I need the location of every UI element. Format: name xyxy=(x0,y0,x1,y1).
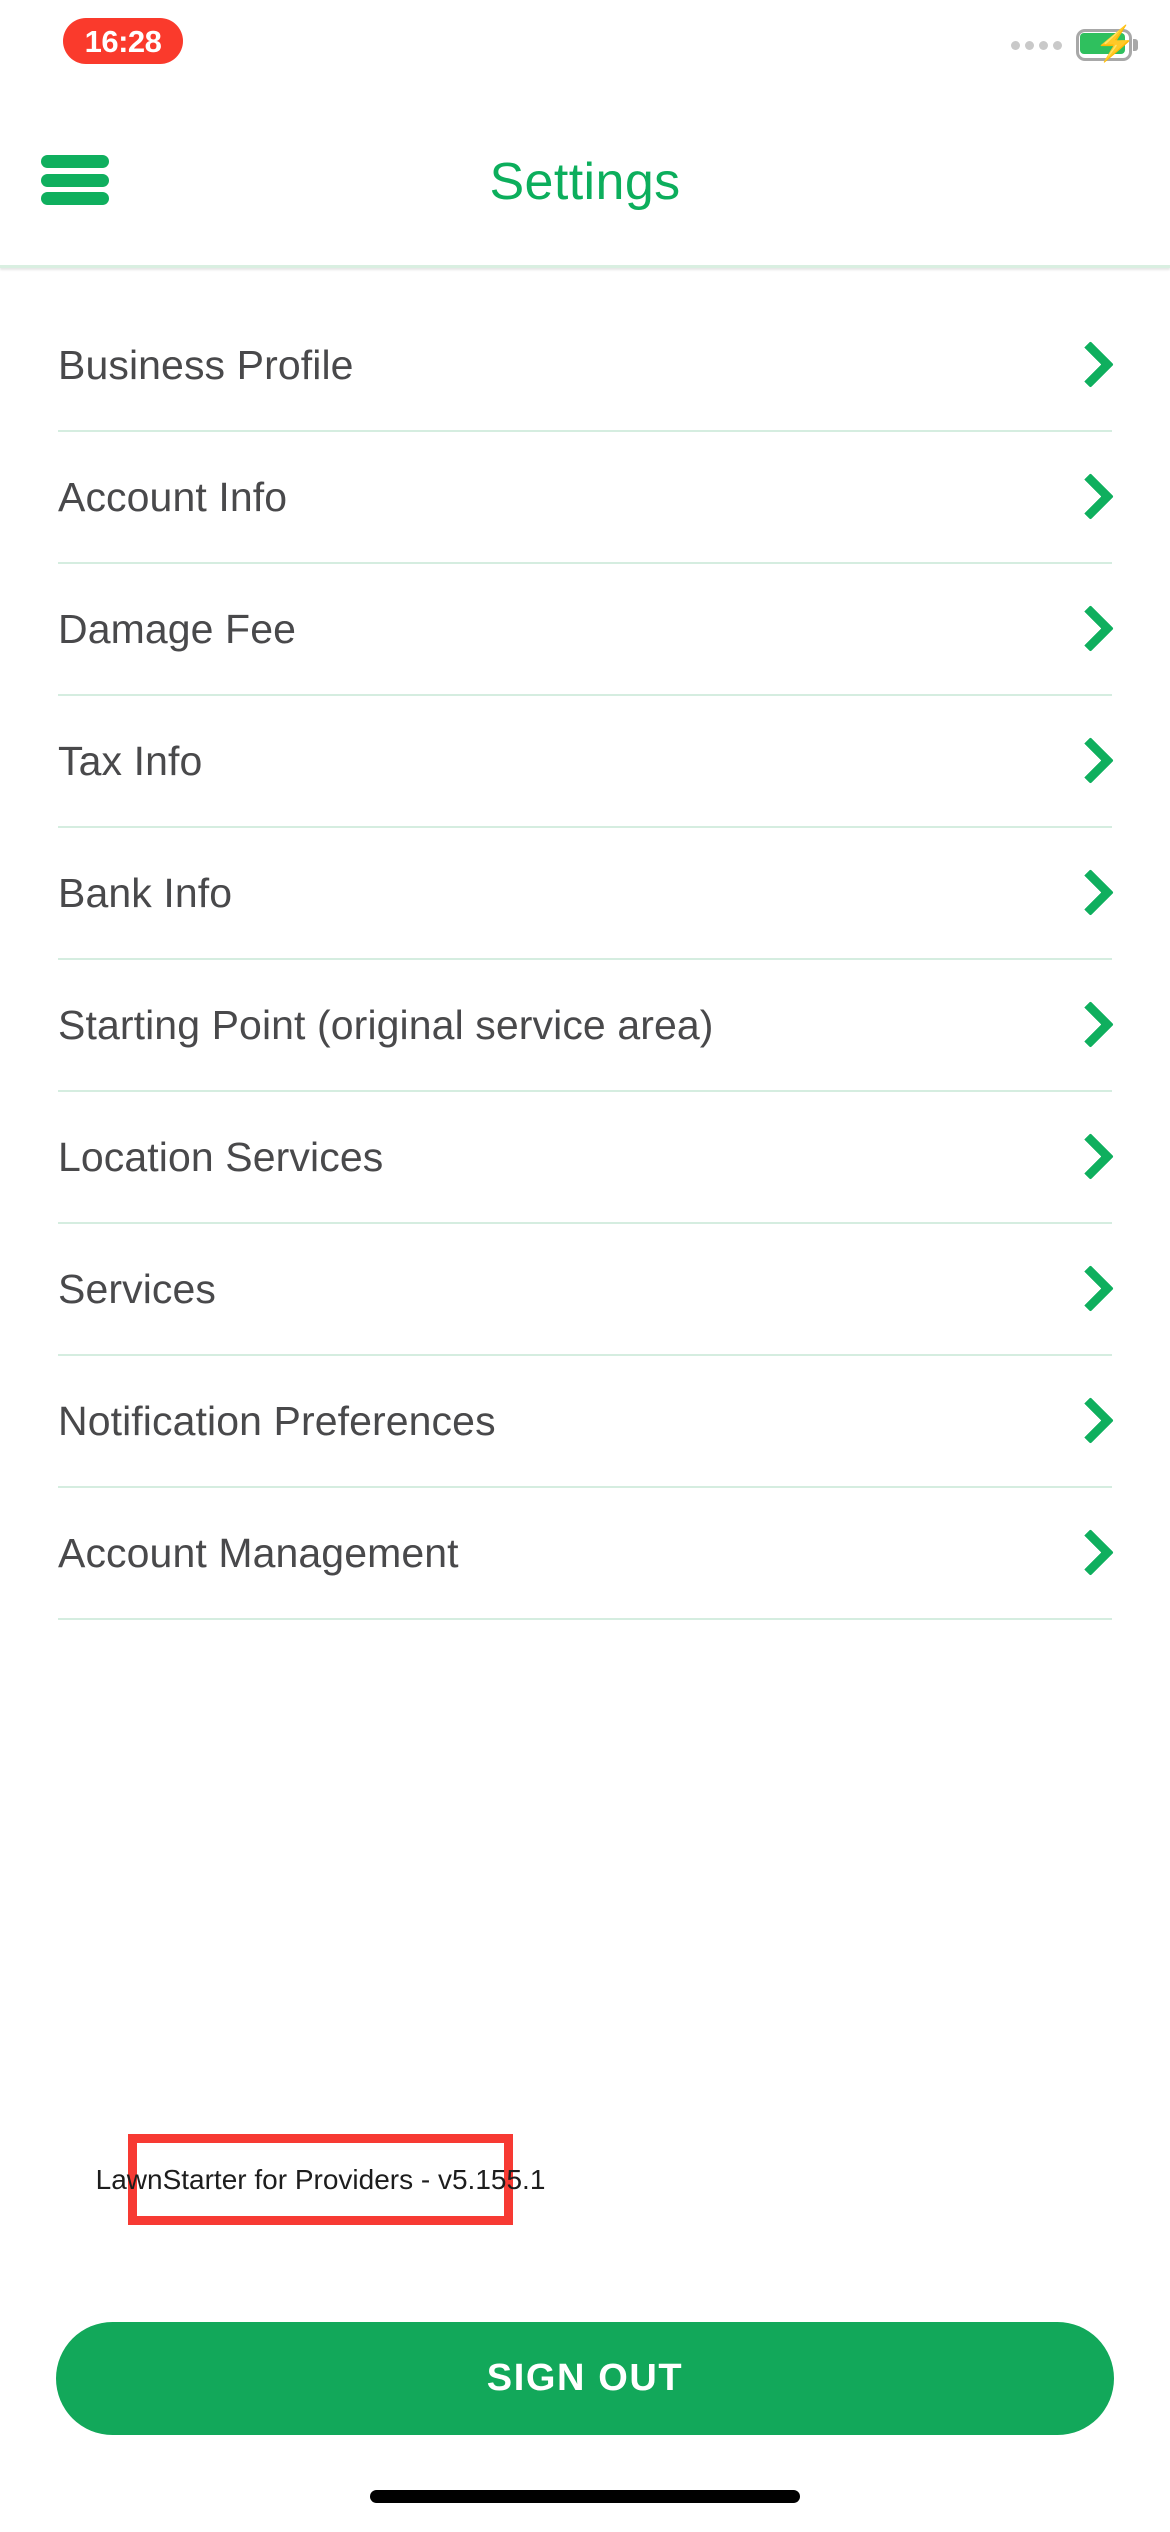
status-time-pill[interactable]: 16:28 xyxy=(63,18,183,64)
chevron-right-icon[interactable] xyxy=(1070,339,1104,391)
settings-row-account-info[interactable]: Account Info xyxy=(58,432,1112,564)
sign-out-button[interactable]: SIGN OUT xyxy=(56,2322,1114,2435)
chevron-right-icon[interactable] xyxy=(1070,1131,1104,1183)
settings-row-location-services[interactable]: Location Services xyxy=(58,1092,1112,1224)
settings-row-label: Account Management xyxy=(58,1529,459,1576)
settings-row-tax-info[interactable]: Tax Info xyxy=(58,696,1112,828)
battery-charging-icon: ⚡ xyxy=(1076,27,1138,61)
settings-row-label: Damage Fee xyxy=(58,605,297,652)
settings-row-notification-preferences[interactable]: Notification Preferences xyxy=(58,1356,1112,1488)
home-indicator[interactable] xyxy=(370,2490,800,2503)
settings-row-damage-fee[interactable]: Damage Fee xyxy=(58,564,1112,696)
chevron-right-icon[interactable] xyxy=(1070,735,1104,787)
app-version-label: LawnStarter for Providers - v5.155.1 xyxy=(95,2163,546,2195)
chevron-right-icon[interactable] xyxy=(1070,999,1104,1051)
settings-row-label: Business Profile xyxy=(58,341,354,388)
status-bar: 16:28 ⚡ xyxy=(0,0,1170,96)
settings-list: Business Profile Account Info Damage Fee… xyxy=(0,300,1170,1620)
sign-out-label: SIGN OUT xyxy=(486,2357,684,2399)
page-title: Settings xyxy=(489,153,681,211)
chevron-right-icon[interactable] xyxy=(1070,1263,1104,1315)
chevron-right-icon[interactable] xyxy=(1070,867,1104,919)
chevron-right-icon[interactable] xyxy=(1070,471,1104,523)
settings-row-bank-info[interactable]: Bank Info xyxy=(58,828,1112,960)
settings-row-business-profile[interactable]: Business Profile xyxy=(58,300,1112,432)
status-time-label: 16:28 xyxy=(84,23,162,59)
settings-row-account-management[interactable]: Account Management xyxy=(58,1488,1112,1620)
app-version-highlight: LawnStarter for Providers - v5.155.1 xyxy=(96,2134,545,2225)
chevron-right-icon[interactable] xyxy=(1070,1527,1104,1579)
app-header: Settings xyxy=(0,96,1170,268)
signal-strength-dots-icon xyxy=(1011,40,1062,50)
chevron-right-icon[interactable] xyxy=(1070,603,1104,655)
status-right-group: ⚡ xyxy=(1011,22,1138,68)
chevron-right-icon[interactable] xyxy=(1070,1395,1104,1447)
settings-row-label: Notification Preferences xyxy=(58,1397,496,1444)
settings-row-label: Services xyxy=(58,1265,217,1312)
settings-row-starting-point[interactable]: Starting Point (original service area) xyxy=(58,960,1112,1092)
settings-row-label: Starting Point (original service area) xyxy=(58,1001,714,1048)
settings-row-label: Location Services xyxy=(58,1133,384,1180)
settings-row-label: Bank Info xyxy=(58,869,233,916)
settings-row-label: Account Info xyxy=(58,473,288,520)
settings-row-label: Tax Info xyxy=(58,737,203,784)
settings-row-services[interactable]: Services xyxy=(58,1224,1112,1356)
